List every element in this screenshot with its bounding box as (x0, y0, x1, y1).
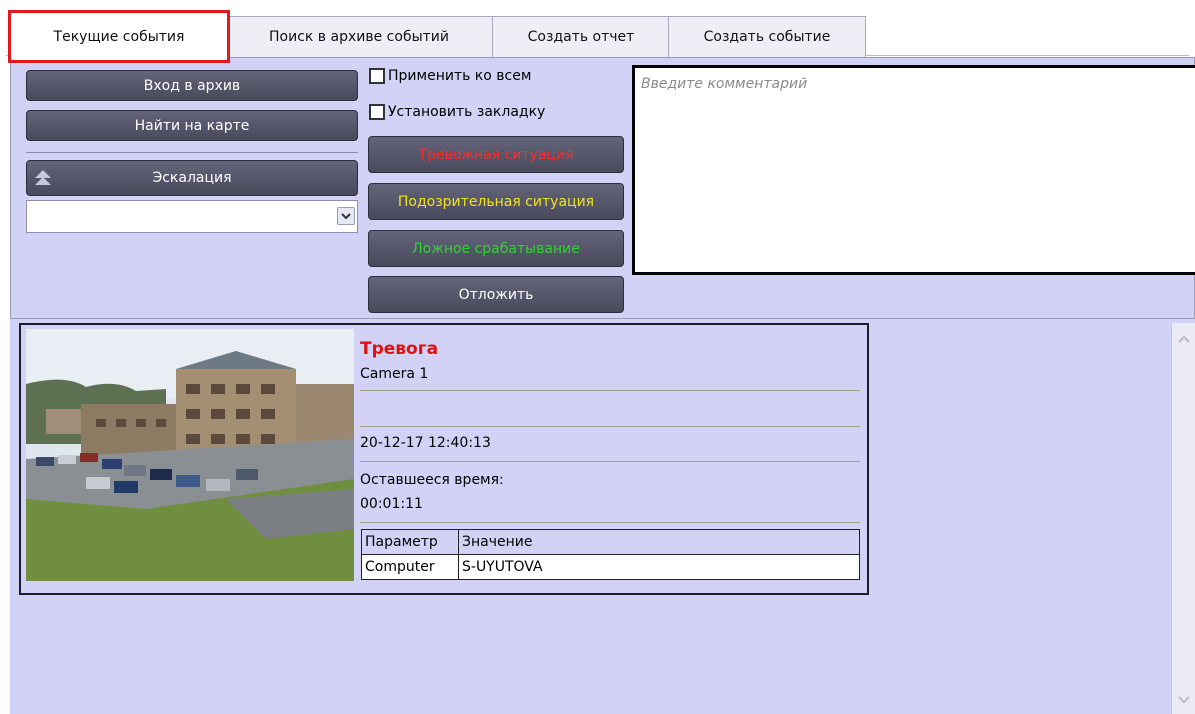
tab-current-events[interactable]: Текущие события (8, 10, 230, 63)
table-header: Параметр (361, 529, 459, 555)
divider (360, 426, 860, 427)
archive-button[interactable]: Вход в архив (26, 70, 358, 101)
chevron-down-icon[interactable] (337, 207, 355, 225)
remaining-time-value: 00:01:11 (360, 496, 423, 512)
table-row: Computer S-UYUTOVA (361, 554, 860, 580)
event-type: Тревога (360, 339, 439, 359)
divider (26, 152, 358, 153)
table-cell: S-UYUTOVA (458, 554, 860, 580)
tab-create-event[interactable]: Создать событие (668, 16, 866, 57)
double-chevron-up-icon (34, 169, 52, 191)
escalation-label: Эскалация (152, 170, 232, 186)
event-params-table: Параметр Значение Computer S-UYUTOVA (361, 529, 860, 580)
find-on-map-button[interactable]: Найти на карте (26, 110, 358, 141)
tab-archive-search[interactable]: Поиск в архиве событий (224, 16, 494, 57)
apply-to-all-checkbox[interactable]: Применить ко всем (369, 68, 531, 84)
table-header: Значение (458, 529, 860, 555)
apply-to-all-label: Применить ко всем (388, 68, 532, 84)
tab-create-report[interactable]: Создать отчет (492, 16, 670, 57)
remaining-time-label: Оставшееся время: (360, 472, 504, 488)
event-source: Camera 1 (360, 366, 429, 382)
scroll-down-icon[interactable] (1176, 692, 1192, 708)
divider (360, 461, 860, 462)
camera-snapshot[interactable] (26, 329, 354, 581)
divider (360, 522, 860, 523)
event-timestamp: 20-12-17 12:40:13 (360, 435, 491, 451)
postpone-button[interactable]: Отложить (368, 276, 624, 313)
checkbox-box[interactable] (369, 104, 385, 120)
set-bookmark-label: Установить закладку (388, 104, 546, 120)
scroll-up-icon[interactable] (1176, 331, 1192, 347)
suspicious-situation-button[interactable]: Подозрительная ситуация (368, 183, 624, 220)
checkbox-box[interactable] (369, 68, 385, 84)
tab-strip: Текущие события Поиск в архиве событий С… (6, 8, 1189, 63)
table-cell: Computer (361, 554, 459, 580)
table-header-row: Параметр Значение (361, 529, 860, 555)
escalation-button[interactable]: Эскалация (26, 160, 358, 196)
escalation-select[interactable] (26, 200, 358, 233)
event-controls-panel: Вход в архив Найти на карте Эскалация Пр… (10, 57, 1195, 319)
alarm-situation-button[interactable]: Тревожная ситуация (368, 136, 624, 173)
vertical-scrollbar[interactable] (1171, 323, 1195, 714)
false-alarm-button[interactable]: Ложное срабатывание (368, 230, 624, 267)
set-bookmark-checkbox[interactable]: Установить закладку (369, 104, 545, 120)
comment-input[interactable]: Введите комментарий (632, 65, 1195, 275)
divider (360, 390, 860, 391)
